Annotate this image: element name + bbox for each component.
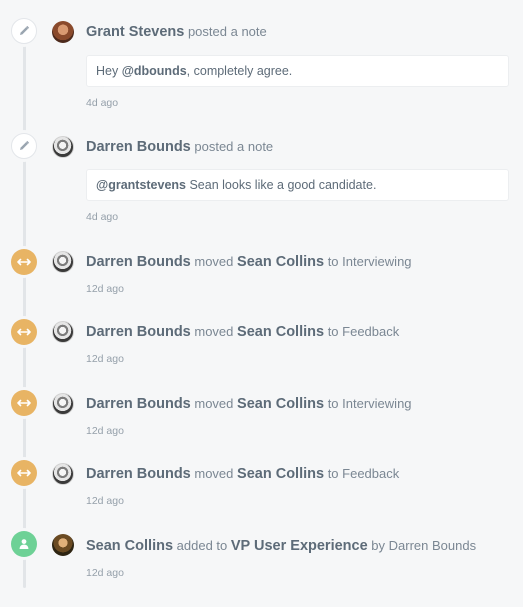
avatar[interactable] (52, 136, 74, 158)
action-text: moved (194, 396, 234, 411)
mention-link[interactable]: @dbounds (122, 64, 187, 78)
event-headline: Darren Bounds moved Sean Collins to Feed… (86, 323, 399, 341)
actor-link[interactable]: Sean Collins (86, 538, 173, 554)
connector-text: to (327, 466, 339, 481)
avatar[interactable] (52, 251, 74, 273)
subject-link[interactable]: Sean Collins (237, 254, 324, 270)
timeline-spine (23, 18, 26, 588)
note-body: @grantstevens Sean looks like a good can… (86, 169, 509, 201)
event-headline: Darren Bounds moved Sean Collins to Inte… (86, 253, 412, 271)
timestamp: 12d ago (86, 425, 124, 437)
actor-link[interactable]: Darren Bounds (86, 396, 191, 412)
event-headline: Darren Bounds moved Sean Collins to Feed… (86, 465, 399, 483)
timestamp: 4d ago (86, 97, 119, 109)
arrows-horizontal-icon (11, 319, 37, 345)
timestamp: 12d ago (86, 567, 124, 579)
activity-timeline: Grant Stevens posted a note Hey @dbounds… (0, 0, 523, 607)
connector-text: to (327, 396, 339, 411)
connector-text: to (327, 254, 339, 269)
stage-text: Feedback (342, 324, 400, 339)
avatar[interactable] (52, 321, 74, 343)
action-text: posted a note (187, 24, 267, 39)
action-text: moved (194, 254, 234, 269)
note-body: Hey @dbounds, completely agree. (86, 55, 509, 87)
subject-link[interactable]: Sean Collins (237, 324, 324, 340)
subject-link[interactable]: Sean Collins (237, 466, 324, 482)
note-prefix: Hey (96, 64, 122, 78)
note-text: , completely agree. (186, 64, 293, 78)
arrows-horizontal-icon (11, 460, 37, 486)
connector-text: to (327, 324, 339, 339)
action-text: added to (176, 538, 228, 553)
action-text: moved (194, 466, 234, 481)
actor-link[interactable]: Darren Bounds (86, 466, 191, 482)
event-headline: Grant Stevens posted a note (86, 23, 267, 41)
actor-link[interactable]: Darren Bounds (86, 324, 191, 340)
pencil-icon (11, 18, 37, 44)
avatar[interactable] (52, 393, 74, 415)
note-text: Sean looks like a good candidate. (186, 178, 377, 192)
stage-text: Interviewing (342, 396, 412, 411)
avatar[interactable] (52, 534, 74, 556)
avatar[interactable] (52, 21, 74, 43)
timestamp: 12d ago (86, 283, 124, 295)
actor-link[interactable]: Darren Bounds (86, 139, 191, 155)
timestamp: 12d ago (86, 495, 124, 507)
job-link[interactable]: VP User Experience (231, 538, 368, 554)
person-icon (11, 531, 37, 557)
arrows-horizontal-icon (11, 249, 37, 275)
timestamp: 4d ago (86, 211, 119, 223)
event-headline: Sean Collins added to VP User Experience… (86, 537, 476, 555)
by-user-text: Darren Bounds (388, 538, 477, 553)
mention-link[interactable]: @grantstevens (96, 178, 186, 192)
subject-link[interactable]: Sean Collins (237, 396, 324, 412)
avatar[interactable] (52, 463, 74, 485)
action-text: moved (194, 324, 234, 339)
actor-link[interactable]: Grant Stevens (86, 24, 184, 40)
stage-text: Feedback (342, 466, 400, 481)
event-headline: Darren Bounds posted a note (86, 138, 273, 156)
arrows-horizontal-icon (11, 390, 37, 416)
action-text: posted a note (194, 139, 274, 154)
timestamp: 12d ago (86, 353, 124, 365)
event-headline: Darren Bounds moved Sean Collins to Inte… (86, 395, 412, 413)
connector-text: by (371, 538, 386, 553)
actor-link[interactable]: Darren Bounds (86, 254, 191, 270)
stage-text: Interviewing (342, 254, 412, 269)
pencil-icon (11, 133, 37, 159)
